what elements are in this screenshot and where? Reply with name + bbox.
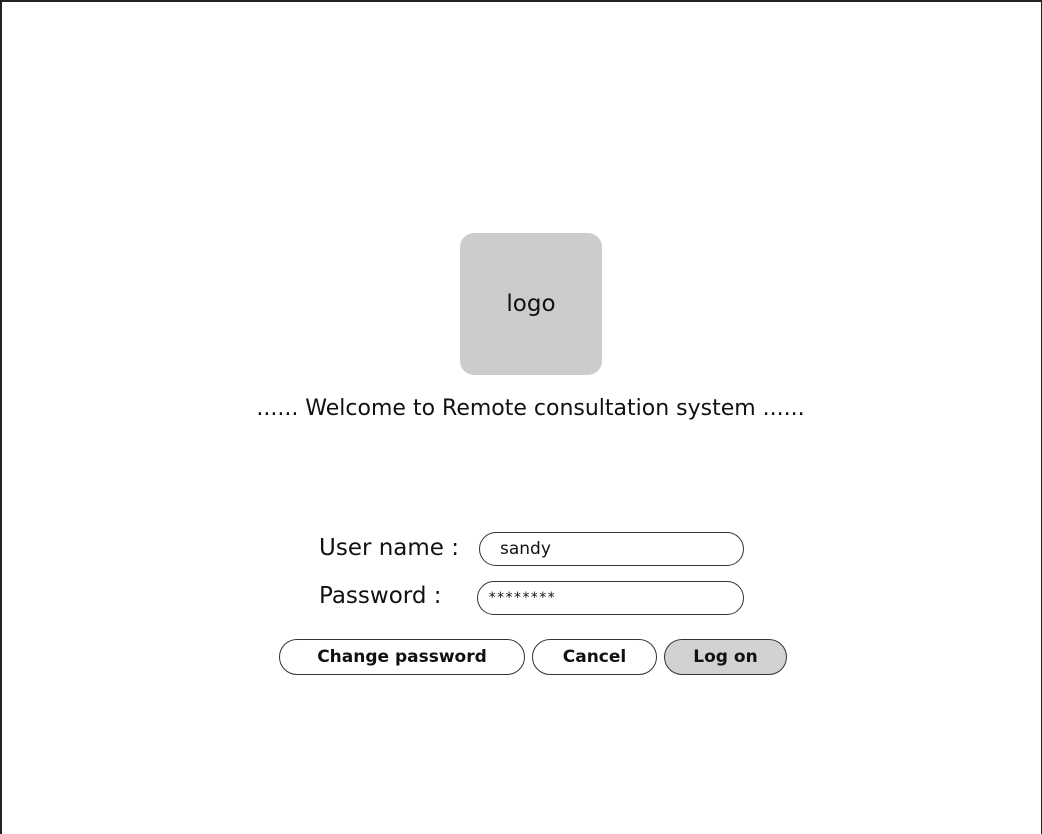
logo-placeholder: logo: [460, 233, 602, 375]
change-password-button[interactable]: Change password: [279, 639, 525, 675]
cancel-button[interactable]: Cancel: [532, 639, 657, 675]
log-on-button[interactable]: Log on: [664, 639, 787, 675]
logo-text: logo: [506, 291, 556, 317]
username-label: User name :: [319, 535, 460, 561]
welcome-message: ...... Welcome to Remote consultation sy…: [256, 396, 805, 421]
password-label: Password :: [319, 583, 442, 609]
username-input[interactable]: [479, 532, 744, 566]
login-window: logo ...... Welcome to Remote consultati…: [0, 0, 1042, 834]
password-input[interactable]: [477, 581, 744, 615]
